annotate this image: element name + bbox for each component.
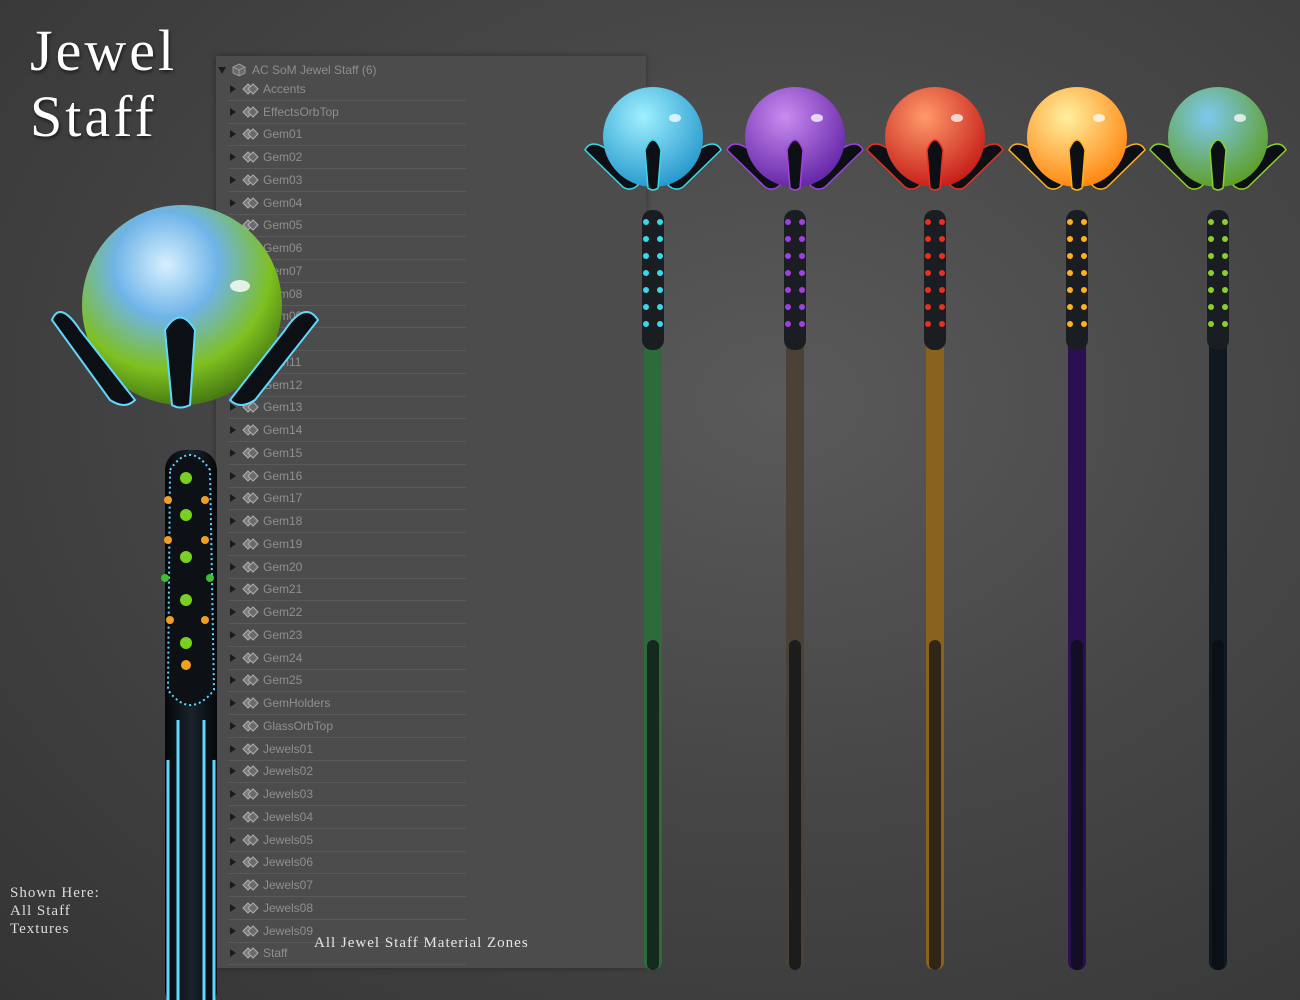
staff-gem	[925, 287, 931, 293]
staff-head	[784, 210, 806, 350]
staff-gem	[799, 236, 805, 242]
staff-gem	[939, 287, 945, 293]
staff-gem	[785, 321, 791, 327]
staff-gem	[1081, 321, 1087, 327]
staff-gem	[1067, 304, 1073, 310]
staff-head	[1207, 210, 1229, 350]
staff-head	[642, 210, 664, 350]
staff-gem	[785, 219, 791, 225]
staff-gem	[785, 253, 791, 259]
staff-gem	[939, 304, 945, 310]
staff-gem	[657, 236, 663, 242]
staff-gem	[799, 304, 805, 310]
staff-gem	[657, 321, 663, 327]
shown-here-note: Shown Here: All Staff Textures	[10, 884, 100, 938]
staff-nature	[1149, 87, 1287, 970]
staff-holder-center	[644, 139, 662, 191]
hero-staff	[50, 205, 320, 1000]
staff-gem	[939, 219, 945, 225]
staff-gem	[657, 304, 663, 310]
staff-gem	[1067, 236, 1073, 242]
staff-gem	[1208, 270, 1214, 276]
staff-gem	[925, 236, 931, 242]
staff-head	[924, 210, 946, 350]
staff-gem	[1067, 219, 1073, 225]
staff-gem	[657, 287, 663, 293]
staff-holder-center	[786, 139, 804, 191]
staff-gem	[1081, 219, 1087, 225]
staff-lineup	[584, 87, 1287, 970]
staff-gem	[799, 219, 805, 225]
staff-gem	[925, 219, 931, 225]
staff-red	[866, 87, 1004, 970]
staff-gem	[1067, 321, 1073, 327]
staff-gem	[643, 253, 649, 259]
staff-gem	[1208, 236, 1214, 242]
staff-gem	[799, 321, 805, 327]
staff-gem	[657, 270, 663, 276]
staff-artwork	[50, 87, 1287, 1000]
staff-gem	[1081, 304, 1087, 310]
staff-gem	[1222, 304, 1228, 310]
staff-gem	[939, 236, 945, 242]
staff-gem	[925, 321, 931, 327]
staff-gem	[939, 253, 945, 259]
shown-here-line-2: All Staff	[10, 903, 71, 919]
staff-gem	[939, 270, 945, 276]
staff-gem	[1081, 253, 1087, 259]
staff-holder-center	[926, 139, 944, 191]
staff-gem	[785, 304, 791, 310]
staff-gem	[1208, 321, 1214, 327]
staff-teal	[584, 87, 722, 970]
shown-here-line-1: Shown Here:	[10, 885, 100, 901]
staff-head	[1066, 210, 1088, 350]
staff-gem	[925, 304, 931, 310]
zones-caption: All Jewel Staff Material Zones	[314, 935, 529, 951]
staff-amber	[1008, 87, 1146, 970]
staff-gem	[785, 236, 791, 242]
staff-gem	[799, 287, 805, 293]
staff-gem	[1222, 253, 1228, 259]
staff-gem	[1067, 253, 1073, 259]
staff-gem	[1222, 219, 1228, 225]
staff-holder-center	[1068, 139, 1086, 191]
staff-gem	[939, 321, 945, 327]
staff-gem	[1081, 236, 1087, 242]
staff-holder-center	[1209, 139, 1227, 191]
staff-gem	[799, 270, 805, 276]
staff-gem	[1208, 253, 1214, 259]
staff-gem	[643, 219, 649, 225]
staff-gem	[1222, 270, 1228, 276]
staff-gem	[643, 287, 649, 293]
staff-gem	[1208, 287, 1214, 293]
staff-gem	[785, 270, 791, 276]
staff-gem	[925, 270, 931, 276]
staff-gem	[1208, 219, 1214, 225]
staff-gem	[1081, 287, 1087, 293]
staff-gem	[643, 270, 649, 276]
staff-gem	[1222, 287, 1228, 293]
shown-here-line-3: Textures	[10, 921, 70, 937]
staff-gem	[1081, 270, 1087, 276]
staff-gem	[799, 253, 805, 259]
staff-gem	[1222, 236, 1228, 242]
staff-gem	[657, 253, 663, 259]
staff-gem	[785, 287, 791, 293]
staff-gem	[925, 253, 931, 259]
staff-gem	[1222, 321, 1228, 327]
staff-gem	[643, 321, 649, 327]
staff-purple	[726, 87, 864, 970]
staff-gem	[643, 236, 649, 242]
staff-gem	[1067, 270, 1073, 276]
staff-gem	[643, 304, 649, 310]
staff-gem	[657, 219, 663, 225]
staff-gem	[1208, 304, 1214, 310]
staff-gem	[1067, 287, 1073, 293]
